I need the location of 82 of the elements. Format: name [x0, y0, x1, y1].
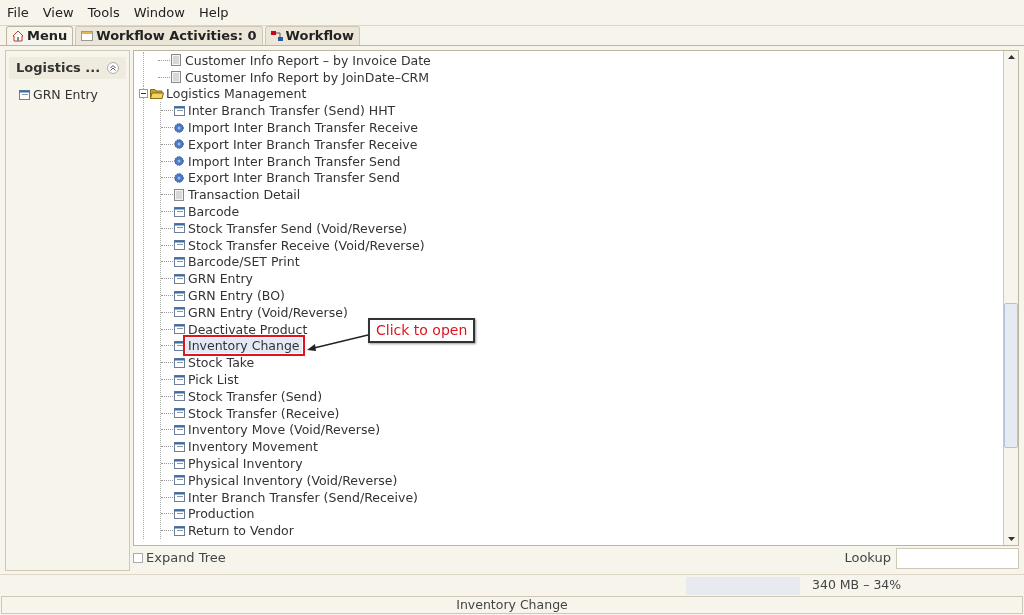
window-icon	[174, 206, 185, 217]
tree-item[interactable]: Stock Transfer (Send)	[186, 388, 325, 404]
tree-item[interactable]: Barcode/SET Print	[186, 254, 302, 270]
document-icon	[174, 188, 184, 201]
window-icon	[174, 357, 185, 368]
window-icon	[174, 458, 185, 469]
window-icon	[174, 424, 185, 435]
tree-item[interactable]: Physical Inventory	[186, 456, 305, 471]
collapse-icon[interactable]	[107, 62, 119, 74]
window-icon	[174, 441, 185, 452]
window-icon	[174, 492, 185, 503]
tree-item[interactable]: Inter Branch Transfer (Send/Receive)	[186, 489, 420, 505]
tree-item[interactable]: Stock Transfer (Receive)	[186, 405, 342, 421]
window-icon	[174, 307, 185, 318]
window-icon	[174, 273, 185, 284]
scroll-thumb[interactable]	[1004, 303, 1018, 448]
tree-item[interactable]: Production	[186, 506, 257, 522]
tab[interactable]: Workflow	[264, 26, 361, 45]
tree-item[interactable]: Inventory Change	[186, 338, 302, 354]
tree-item[interactable]: Import Inter Branch Transfer Send	[186, 153, 403, 169]
menu-item[interactable]: Tools	[87, 2, 120, 23]
tree-item[interactable]: Export Inter Branch Transfer Send	[186, 170, 402, 186]
tree-item[interactable]: Deactivate Product	[186, 321, 310, 337]
tree-item[interactable]: Stock Take	[186, 355, 257, 371]
tree-item[interactable]: GRN Entry (BO)	[186, 288, 287, 304]
tree-item[interactable]: Pick List	[186, 372, 241, 388]
scrollbar[interactable]	[1003, 51, 1018, 545]
window-icon	[174, 240, 185, 251]
tree-item[interactable]: Stock Transfer Receive (Void/Reverse)	[186, 237, 427, 253]
lookup-label: Lookup	[844, 549, 891, 568]
lookup-field[interactable]	[896, 547, 1019, 569]
tab[interactable]: Workflow Activities: 0	[75, 26, 263, 45]
callout-label: Click to open	[368, 318, 476, 343]
panel-title: Logistics ...	[16, 59, 101, 78]
folder-icon	[150, 88, 164, 100]
menu-item[interactable]: File	[7, 2, 29, 23]
tree-item[interactable]: Customer Info Report – by Invoice Date	[183, 52, 433, 68]
callout-arrow	[307, 334, 369, 351]
expand-tree-checkbox[interactable]: Expand Tree	[133, 548, 226, 568]
document-icon	[171, 54, 181, 67]
tab[interactable]: Menu	[6, 26, 74, 45]
tree-item[interactable]: Inventory Move (Void/Reverse)	[186, 422, 383, 438]
menu-item[interactable]: View	[42, 2, 74, 23]
gear-icon	[174, 139, 184, 150]
window-icon	[174, 508, 185, 519]
window-icon	[19, 90, 30, 100]
window-icon	[174, 525, 185, 536]
gear-icon	[174, 156, 184, 167]
calendar-icon	[81, 30, 94, 42]
tree-item[interactable]: GRN Entry	[186, 271, 255, 287]
tree-folder[interactable]: Logistics Management	[164, 84, 309, 104]
status-text: Inventory Change	[456, 595, 568, 614]
tree-item[interactable]: Inventory Movement	[186, 439, 320, 455]
collapse-toggle-icon[interactable]	[139, 89, 148, 99]
window-icon	[174, 475, 185, 486]
tree-item[interactable]: Inter Branch Transfer (Send) HHT	[186, 103, 398, 119]
memory-reading: 340 MB – 34%	[812, 576, 902, 595]
window-icon	[174, 105, 185, 116]
tree-item[interactable]: Stock Transfer Send (Void/Reverse)	[186, 220, 410, 236]
workflow-icon	[270, 30, 283, 42]
window-icon	[174, 408, 185, 419]
tree-item[interactable]: Barcode	[186, 204, 242, 220]
tree-item[interactable]: Transaction Detail	[186, 187, 303, 203]
tree-item[interactable]: Return to Vendor	[186, 523, 296, 539]
panel-item[interactable]: GRN Entry	[19, 85, 116, 105]
menu-item[interactable]: Window	[133, 2, 185, 23]
window-icon	[174, 391, 185, 402]
window-icon	[174, 256, 185, 267]
tree-item[interactable]: Import Inter Branch Transfer Receive	[186, 120, 420, 136]
document-icon	[171, 71, 181, 84]
menu-item[interactable]: Help	[198, 2, 229, 23]
gear-icon	[174, 172, 184, 183]
window-icon	[174, 324, 185, 335]
tree-item[interactable]: GRN Entry (Void/Reverse)	[186, 304, 350, 320]
home-icon	[12, 30, 24, 42]
gear-icon	[174, 122, 184, 133]
window-icon	[174, 223, 185, 234]
window-icon	[174, 374, 185, 385]
tree-item[interactable]: Physical Inventory (Void/Reverse)	[186, 472, 400, 488]
tree-item[interactable]: Export Inter Branch Transfer Receive	[186, 136, 420, 152]
window-icon	[174, 290, 185, 301]
tree-item[interactable]: Customer Info Report by JoinDate–CRM	[183, 69, 432, 85]
